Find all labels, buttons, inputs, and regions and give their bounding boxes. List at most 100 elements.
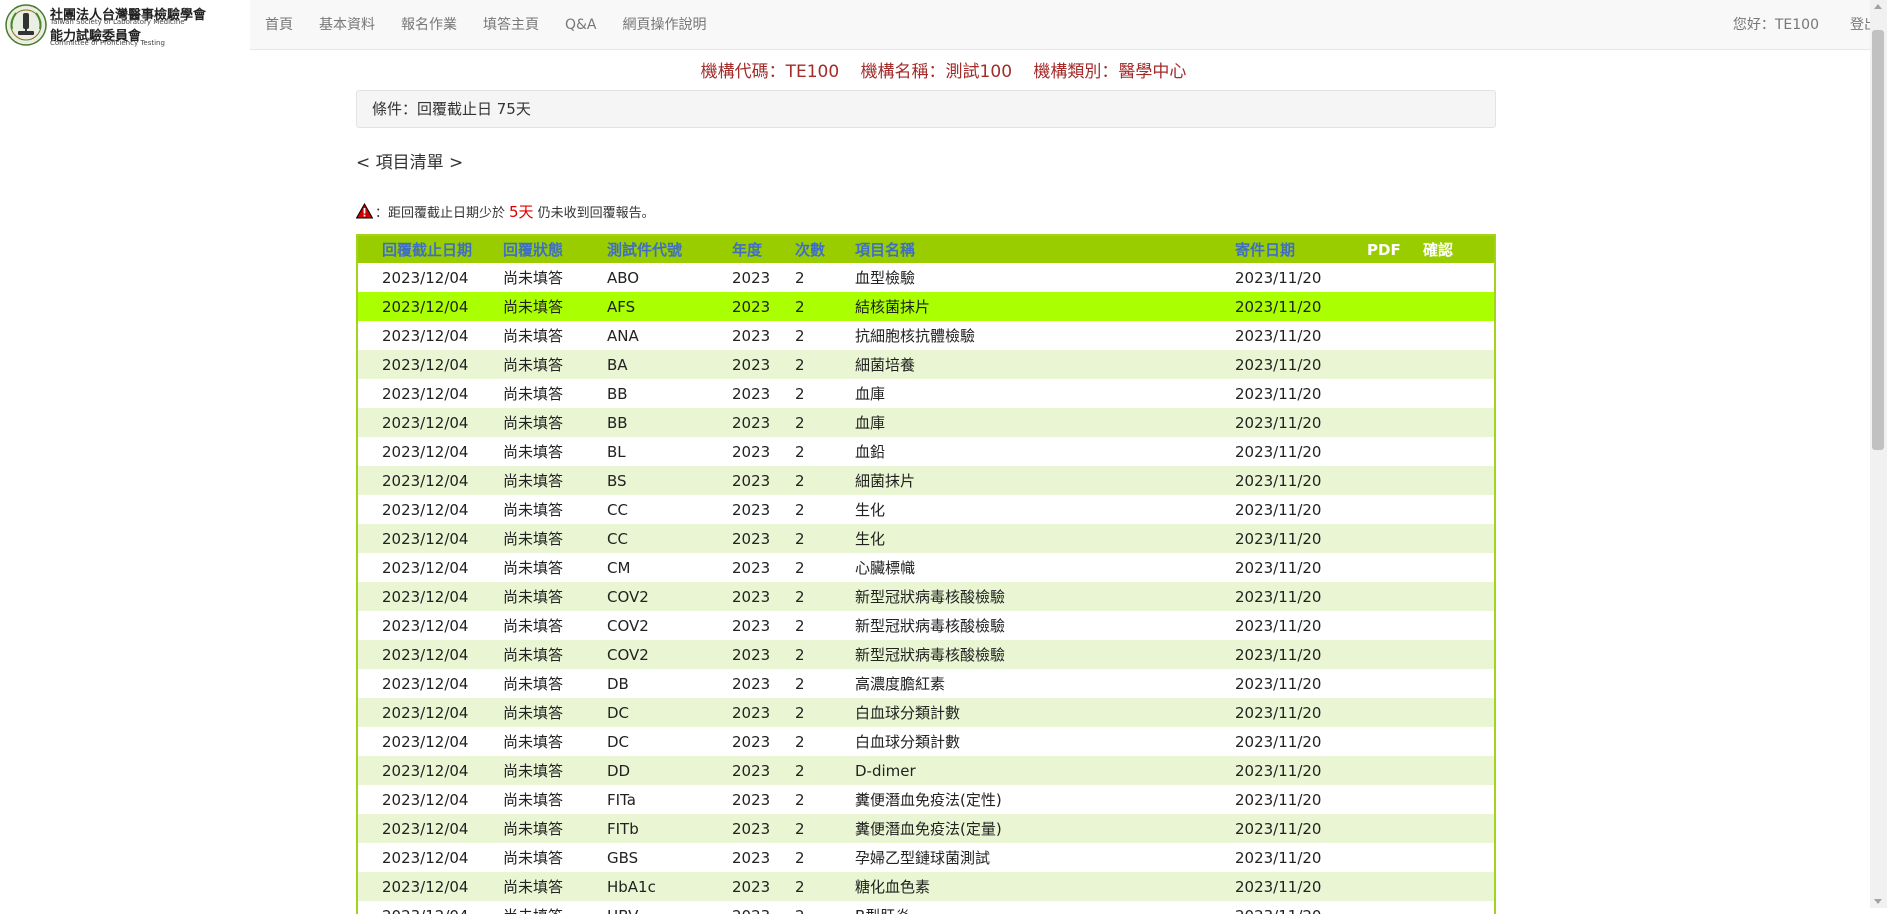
nav-qa[interactable]: Q&A [552, 0, 610, 50]
note-suffix: 仍未收到回覆報告。 [537, 205, 655, 221]
col-round[interactable]: 次數 [795, 236, 855, 263]
scroll-thumb[interactable] [1872, 30, 1884, 450]
cell-pdf [1367, 379, 1423, 408]
cell-status: 尚未填答 [503, 524, 607, 553]
cell-pdf [1367, 350, 1423, 379]
cell-deadline: 2023/12/04 [358, 814, 503, 843]
table-row[interactable]: 2023/12/04 尚未填答 HbA1c 2023 2 糖化血色素 2023/11/20 [358, 872, 1494, 901]
table-row[interactable]: 2023/12/04 尚未填答 COV2 2023 2 新型冠狀病毒核酸檢驗 2023/11… [358, 611, 1494, 640]
col-item-name[interactable]: 項目名稱 [855, 236, 1235, 263]
cell-item-name: 結核菌抹片 [855, 292, 1235, 321]
cell-year: 2023 [732, 785, 795, 814]
col-sample-code[interactable]: 測試件代號 [607, 236, 732, 263]
cell-item-name: 血鉛 [855, 437, 1235, 466]
col-ship-date[interactable]: 寄件日期 [1235, 236, 1367, 263]
cell-sample-code: DC [607, 727, 732, 756]
cell-confirm [1423, 785, 1494, 814]
cell-status: 尚未填答 [503, 379, 607, 408]
scroll-down-icon[interactable] [1874, 899, 1882, 904]
table-row[interactable]: 2023/12/04 尚未填答 DB 2023 2 高濃度膽紅素 2023/11/20 [358, 669, 1494, 698]
institution-category: 機構類別：醫學中心 [1033, 62, 1187, 82]
cell-pdf [1367, 263, 1423, 292]
cell-pdf [1367, 582, 1423, 611]
cell-round: 2 [795, 814, 855, 843]
table-row[interactable]: 2023/12/04 尚未填答 BB 2023 2 血庫 2023/11/20 [358, 379, 1494, 408]
nav-home[interactable]: 首頁 [252, 0, 306, 50]
cell-ship-date: 2023/11/20 [1235, 263, 1367, 292]
cell-sample-code: BB [607, 379, 732, 408]
cell-pdf [1367, 611, 1423, 640]
scroll-up-icon[interactable] [1874, 4, 1882, 9]
filter-condition: 條件：回覆截止日 75天 [356, 90, 1496, 128]
cell-item-name: 生化 [855, 495, 1235, 524]
table-row[interactable]: 2023/12/04 尚未填答 DC 2023 2 白血球分類計數 2023/11/20 [358, 727, 1494, 756]
table-body: 2023/12/04 尚未填答 ABO 2023 2 血型檢驗 2023/11/20 2023… [358, 263, 1494, 914]
page-scrollbar[interactable] [1870, 0, 1887, 908]
cell-status: 尚未填答 [503, 466, 607, 495]
table-row[interactable]: 2023/12/04 尚未填答 DD 2023 2 D-dimer 2023/11/20 [358, 756, 1494, 785]
table-row[interactable]: 2023/12/04 尚未填答 BL 2023 2 血鉛 2023/11/20 [358, 437, 1494, 466]
cell-sample-code: BA [607, 350, 732, 379]
table-row[interactable]: 2023/12/04 尚未填答 CC 2023 2 生化 2023/11/20 [358, 495, 1494, 524]
table-row[interactable]: 2023/12/04 尚未填答 FITb 2023 2 糞便潛血免疫法(定量) 2023/1… [358, 814, 1494, 843]
cell-status: 尚未填答 [503, 727, 607, 756]
cell-sample-code: COV2 [607, 611, 732, 640]
col-year[interactable]: 年度 [732, 236, 795, 263]
cell-confirm [1423, 466, 1494, 495]
table-row[interactable]: 2023/12/04 尚未填答 FITa 2023 2 糞便潛血免疫法(定性) 2023/1… [358, 785, 1494, 814]
cell-deadline: 2023/12/04 [358, 466, 503, 495]
table-row[interactable]: 2023/12/04 尚未填答 BS 2023 2 細菌抹片 2023/11/20 [358, 466, 1494, 495]
cell-item-name: 血庫 [855, 379, 1235, 408]
cell-deadline: 2023/12/04 [358, 408, 503, 437]
table-row[interactable]: 2023/12/04 尚未填答 CC 2023 2 生化 2023/11/20 [358, 524, 1494, 553]
cell-deadline: 2023/12/04 [358, 292, 503, 321]
cell-round: 2 [795, 756, 855, 785]
cell-status: 尚未填答 [503, 437, 607, 466]
cell-status: 尚未填答 [503, 263, 607, 292]
nav-answer-home[interactable]: 填答主頁 [470, 0, 552, 50]
table-row[interactable]: 2023/12/04 尚未填答 GBS 2023 2 孕婦乙型鏈球菌測試 2023/11/2… [358, 843, 1494, 872]
nav-basic-info[interactable]: 基本資料 [306, 0, 388, 50]
cell-pdf [1367, 437, 1423, 466]
cell-item-name: 白血球分類計數 [855, 727, 1235, 756]
table-row[interactable]: 2023/12/04 尚未填答 ANA 2023 2 抗細胞核抗體檢驗 2023/11/20 [358, 321, 1494, 350]
cell-year: 2023 [732, 756, 795, 785]
cell-year: 2023 [732, 524, 795, 553]
cell-confirm [1423, 727, 1494, 756]
cell-pdf [1367, 524, 1423, 553]
cell-pdf [1367, 640, 1423, 669]
col-confirm: 確認 [1423, 236, 1494, 263]
cell-year: 2023 [732, 843, 795, 872]
cell-confirm [1423, 263, 1494, 292]
col-deadline[interactable]: 回覆截止日期 [358, 236, 503, 263]
table-row[interactable]: 2023/12/04 尚未填答 COV2 2023 2 新型冠狀病毒核酸檢驗 2023/11… [358, 640, 1494, 669]
cell-status: 尚未填答 [503, 756, 607, 785]
cell-status: 尚未填答 [503, 408, 607, 437]
table-row[interactable]: 2023/12/04 尚未填答 BB 2023 2 血庫 2023/11/20 [358, 408, 1494, 437]
cell-sample-code: CC [607, 495, 732, 524]
cell-ship-date: 2023/11/20 [1235, 466, 1367, 495]
note-days: 5天 [509, 202, 534, 221]
cell-sample-code: AFS [607, 292, 732, 321]
table-row[interactable]: 2023/12/04 尚未填答 ABO 2023 2 血型檢驗 2023/11/20 [358, 263, 1494, 292]
table-row[interactable]: 2023/12/04 尚未填答 COV2 2023 2 新型冠狀病毒核酸檢驗 2023/11… [358, 582, 1494, 611]
cell-item-name: 白血球分類計數 [855, 698, 1235, 727]
nav-help[interactable]: 網頁操作說明 [610, 0, 720, 50]
cell-confirm [1423, 292, 1494, 321]
logo[interactable]: 社團法人台灣醫事檢驗學會 Taiwan Society of Laborator… [0, 0, 250, 50]
cell-round: 2 [795, 524, 855, 553]
cell-sample-code: ANA [607, 321, 732, 350]
cell-sample-code: CC [607, 524, 732, 553]
cell-round: 2 [795, 698, 855, 727]
cell-ship-date: 2023/11/20 [1235, 814, 1367, 843]
table-row[interactable]: 2023/12/04 尚未填答 BA 2023 2 細菌培養 2023/11/20 [358, 350, 1494, 379]
nav-registration[interactable]: 報名作業 [388, 0, 470, 50]
table-row[interactable]: 2023/12/04 尚未填答 DC 2023 2 白血球分類計數 2023/11/20 [358, 698, 1494, 727]
cell-ship-date: 2023/11/20 [1235, 495, 1367, 524]
col-status[interactable]: 回覆狀態 [503, 236, 607, 263]
cell-status: 尚未填答 [503, 785, 607, 814]
cell-item-name: 細菌培養 [855, 350, 1235, 379]
table-row[interactable]: 2023/12/04 尚未填答 CM 2023 2 心臟標幟 2023/11/20 [358, 553, 1494, 582]
cell-year: 2023 [732, 495, 795, 524]
table-row[interactable]: 2023/12/04 尚未填答 AFS 2023 2 結核菌抹片 2023/11/20 [358, 292, 1494, 321]
